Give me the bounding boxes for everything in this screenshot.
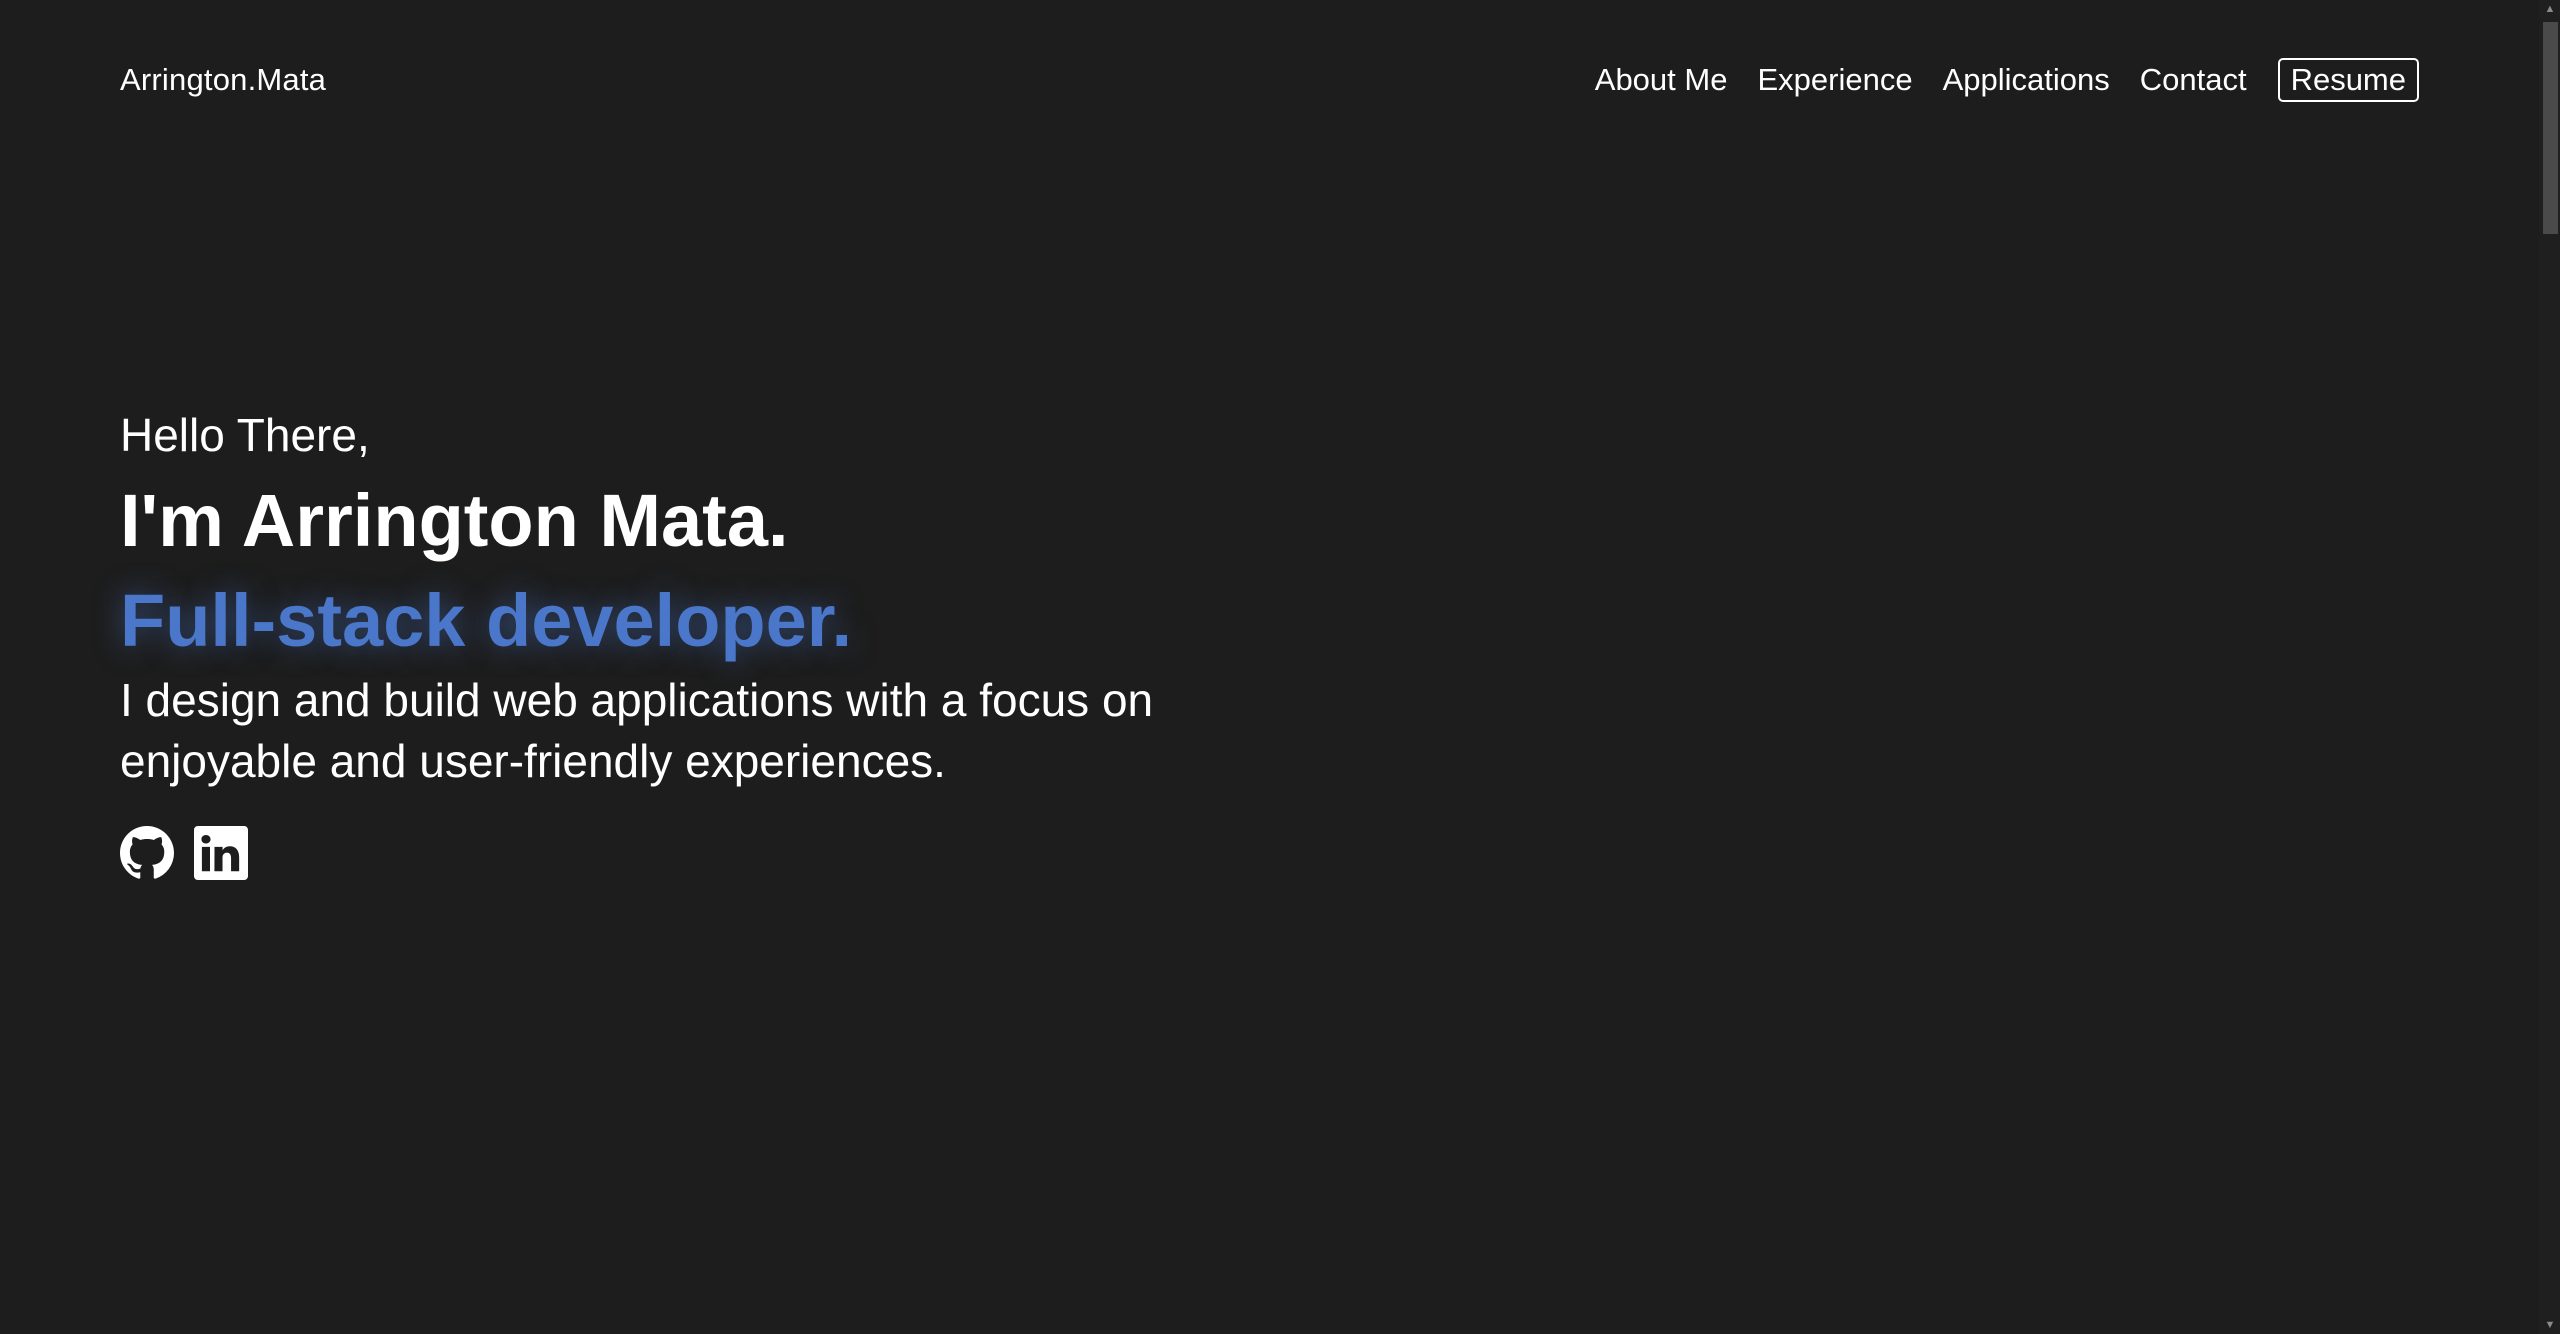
scroll-down-arrow-icon[interactable]: ▼ (2543, 1318, 2557, 1332)
portfolio-page: Arrington.Mata About Me Experience Appli… (0, 0, 2560, 1334)
nav-link-contact[interactable]: Contact (2140, 58, 2247, 102)
linkedin-icon (194, 826, 248, 880)
hero-name: I'm Arrington Mata. (120, 479, 789, 562)
hero-tagline: I design and build web applications with… (120, 674, 1154, 787)
main-nav: About Me Experience Applications Contact… (1595, 58, 2419, 102)
hero-greeting: Hello There, (120, 409, 370, 461)
resume-button[interactable]: Resume (2277, 58, 2419, 102)
linkedin-link[interactable] (194, 826, 248, 880)
nav-link-experience[interactable]: Experience (1757, 58, 1912, 102)
nav-link-about-me[interactable]: About Me (1595, 58, 1728, 102)
scroll-up-arrow-icon[interactable]: ▲ (2543, 2, 2557, 16)
brand-logo-link[interactable]: Arrington.Mata (120, 60, 326, 100)
github-link[interactable] (120, 826, 174, 880)
social-links (120, 826, 1220, 880)
hero-role: Full-stack developer. (120, 579, 853, 662)
github-icon (120, 826, 174, 879)
hero-section: Hello There, I'm Arrington Mata. Full-st… (120, 400, 1220, 880)
nav-link-applications[interactable]: Applications (1943, 58, 2110, 102)
page-scrollbar[interactable]: ▲ ▼ (2539, 0, 2560, 1334)
scrollbar-thumb[interactable] (2543, 22, 2558, 234)
